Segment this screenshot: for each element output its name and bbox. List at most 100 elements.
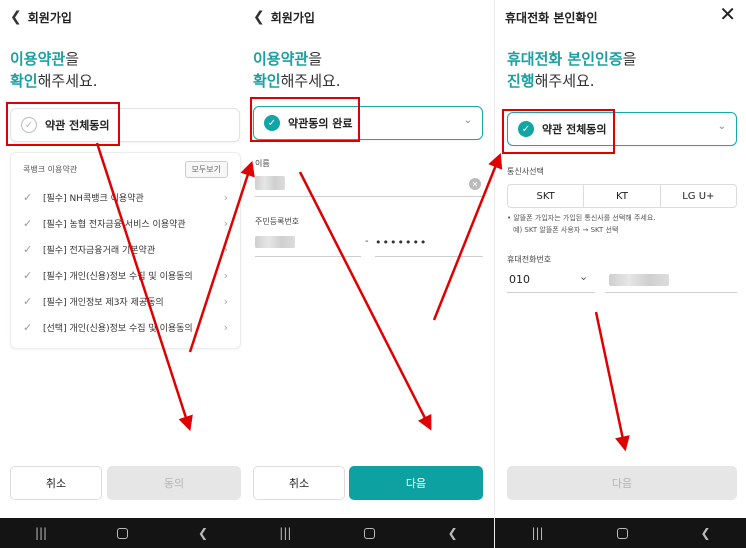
page-heading: 휴대전화 본인인증을 진행해주세요. (507, 48, 636, 92)
agree-done-dropdown[interactable]: ✓ 약관동의 완료 ⌄ (253, 106, 483, 140)
term-item[interactable]: ✓ [필수] 전자금융거래 기본약관 › (11, 236, 240, 262)
carrier-label: 통신사선택 (507, 167, 544, 176)
rrn-back-input[interactable] (375, 256, 483, 257)
term-label: [필수] 농협 전자금융 서비스 이용약관 (43, 219, 186, 230)
header: 휴대전화 본인확인 (505, 8, 598, 26)
term-item[interactable]: ✓ [필수] 개인정보 제3자 제공동의 › (11, 288, 240, 314)
term-item[interactable]: ✓ [필수] 개인(신용)정보 수집 및 이용동의 › (11, 262, 240, 288)
agree-button[interactable]: 동의 (107, 466, 241, 500)
chevron-right-icon: › (223, 268, 228, 282)
carrier-note: • 알뜰폰 가입자는 가입된 통신사를 선택해 주세요. (507, 214, 656, 222)
cancel-button[interactable]: 취소 (253, 466, 345, 500)
check-icon: ✓ (23, 216, 33, 230)
page-heading: 이용약관을 확인해주세요. (253, 48, 341, 92)
screen-personal-info: ❮ 회원가입 이용약관을 확인해주세요. ✓ 약관동의 완료 ⌄ 이름 ✕ 주민… (243, 0, 494, 548)
name-input[interactable] (255, 196, 483, 197)
chevron-right-icon: › (223, 294, 228, 308)
back-arrow-icon[interactable]: ❮ (253, 10, 265, 24)
back-nav-icon[interactable]: ❮ (198, 526, 208, 540)
name-label: 이름 (255, 159, 270, 168)
heading-accent: 확인 (10, 72, 38, 90)
carrier-kt-button[interactable]: KT (584, 185, 661, 207)
phone-prefix-underline (507, 292, 595, 293)
cancel-button[interactable]: 취소 (10, 466, 102, 500)
check-icon: ✓ (23, 294, 33, 308)
header-title: 휴대전화 본인확인 (505, 10, 598, 25)
carrier-note-example: 예) SKT 알뜰폰 사용자 → SKT 선택 (513, 226, 619, 234)
heading-accent: 진행 (507, 72, 535, 90)
heading-accent: 확인 (253, 72, 281, 90)
check-icon: ✓ (23, 320, 33, 334)
terms-list: 콕뱅크 이용약관 모두보기 ✓ [필수] NH콕뱅크 이용약관 › ✓ [필수] 농협… (10, 152, 241, 349)
system-nav-bar: ||| ❮ (495, 518, 746, 548)
check-circle-icon: ✓ (21, 117, 37, 133)
heading-text: 을 (622, 50, 637, 68)
chevron-right-icon: › (223, 242, 228, 256)
carrier-skt-button[interactable]: SKT (508, 185, 585, 207)
page-heading: 이용약관을 확인해주세요. (10, 48, 98, 92)
heading-text: 해주세요. (280, 72, 341, 90)
check-icon: ✓ (23, 268, 33, 282)
terms-title: 콕뱅크 이용약관 (23, 165, 78, 174)
chevron-down-icon: ⌄ (717, 121, 726, 132)
term-label: [필수] NH콕뱅크 이용약관 (43, 193, 144, 204)
terms-header: 콕뱅크 이용약관 모두보기 (11, 153, 240, 184)
header: ❮ 회원가입 (10, 8, 72, 26)
phone-label: 휴대전화번호 (507, 255, 552, 264)
recent-apps-icon[interactable]: ||| (279, 526, 291, 540)
next-button[interactable]: 다음 (507, 466, 737, 500)
back-nav-icon[interactable]: ❮ (700, 526, 710, 540)
rrn-back-masked: ••••••• (375, 236, 428, 249)
next-button[interactable]: 다음 (349, 466, 483, 500)
check-circle-icon: ✓ (264, 115, 280, 131)
clear-input-icon[interactable]: ✕ (469, 178, 481, 190)
back-nav-icon[interactable]: ❮ (448, 526, 458, 540)
agree-all-dropdown[interactable]: ✓ 약관 전체동의 ⌄ (507, 112, 737, 146)
view-all-button[interactable]: 모두보기 (184, 161, 228, 178)
chevron-down-icon: ⌄ (579, 270, 589, 283)
system-nav-bar: ||| ❮ (243, 518, 494, 548)
agree-all-checkbox[interactable]: ✓ 약관 전체동의 (10, 108, 240, 142)
screen-terms-agreement: ❮ 회원가입 이용약관을 확인해주세요. ✓ 약관 전체동의 콕뱅크 이용약관 … (0, 0, 243, 548)
recent-apps-icon[interactable]: ||| (531, 526, 543, 540)
term-item[interactable]: ✓ [선택] 개인(신용)정보 수집 및 이용동의 › (11, 314, 240, 340)
screen-phone-verification: 휴대전화 본인확인 ✕ 휴대전화 본인인증을 진행해주세요. ✓ 약관 전체동의… (494, 0, 746, 548)
phone-prefix-select[interactable]: 010 (509, 273, 530, 286)
home-icon[interactable] (364, 527, 376, 539)
check-icon: ✓ (23, 242, 33, 256)
heading-text: 을 (308, 50, 323, 68)
recent-apps-icon[interactable]: ||| (35, 526, 47, 540)
carrier-selector: SKT KT LG U+ (507, 184, 737, 208)
term-label: [필수] 전자금융거래 기본약관 (43, 245, 156, 256)
agree-all-label: 약관 전체동의 (45, 119, 110, 132)
term-label: [필수] 개인정보 제3자 제공동의 (43, 297, 164, 308)
check-circle-icon: ✓ (518, 121, 534, 137)
chevron-right-icon: › (223, 216, 228, 230)
phone-number-input[interactable] (605, 292, 737, 293)
agree-all-label: 약관 전체동의 (542, 123, 607, 136)
header: ❮ 회원가입 (253, 8, 315, 26)
rrn-dash: - (365, 236, 369, 247)
name-value-blurred (255, 176, 285, 190)
rrn-label: 주민등록번호 (255, 217, 300, 226)
check-icon: ✓ (23, 190, 33, 204)
carrier-lgu-button[interactable]: LG U+ (661, 185, 736, 207)
system-nav-bar: ||| ❮ (0, 518, 243, 548)
chevron-right-icon: › (223, 320, 228, 334)
close-icon[interactable]: ✕ (719, 4, 736, 24)
term-item[interactable]: ✓ [필수] NH콕뱅크 이용약관 › (11, 184, 240, 210)
heading-text: 을 (65, 50, 80, 68)
chevron-right-icon: › (223, 190, 228, 204)
chevron-down-icon: ⌄ (463, 115, 472, 126)
term-item[interactable]: ✓ [필수] 농협 전자금융 서비스 이용약관 › (11, 210, 240, 236)
home-icon[interactable] (616, 527, 628, 539)
phone-number-blurred (609, 274, 669, 286)
home-icon[interactable] (117, 527, 129, 539)
heading-accent: 휴대전화 본인인증 (507, 50, 623, 68)
rrn-front-input[interactable] (255, 256, 361, 257)
header-title: 회원가입 (270, 10, 315, 25)
heading-text: 해주세요. (37, 72, 98, 90)
heading-accent: 이용약관 (253, 50, 309, 68)
heading-text: 해주세요. (534, 72, 595, 90)
back-arrow-icon[interactable]: ❮ (10, 10, 22, 24)
